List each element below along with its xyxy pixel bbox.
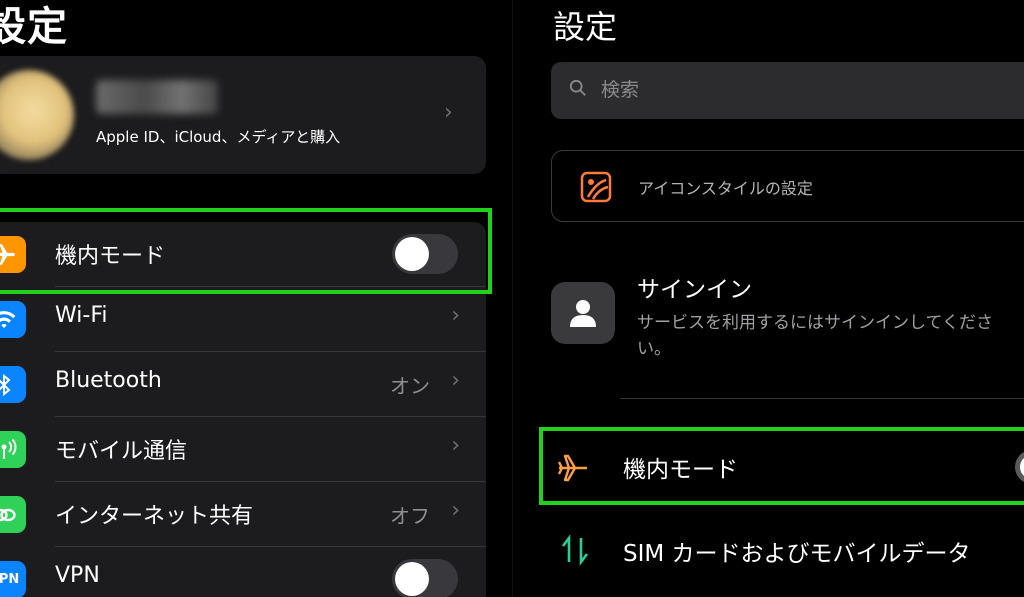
- row-value: オン: [390, 374, 430, 398]
- avatar: [0, 70, 74, 160]
- vpn-toggle[interactable]: [392, 559, 458, 597]
- icon-style-settings[interactable]: アイコンスタイルの設定: [551, 150, 1024, 222]
- row-label: モバイル通信: [55, 439, 188, 464]
- row-label: Bluetooth: [55, 368, 162, 393]
- row-sim-mobile-data[interactable]: SIM カードおよびモバイルデータ: [553, 528, 1024, 578]
- palette-icon: [580, 171, 612, 203]
- ios-settings-panel: 設定 ████ ██ Apple ID、iCloud、メディアと購入 › 機内モ…: [0, 0, 512, 597]
- chevron-right-icon: ›: [451, 433, 460, 458]
- row-value: オフ: [390, 504, 430, 528]
- apple-id-card[interactable]: ████ ██ Apple ID、iCloud、メディアと購入 ›: [0, 56, 486, 174]
- bluetooth-icon: [0, 366, 26, 403]
- page-title: 設定: [0, 4, 68, 50]
- row-personal-hotspot[interactable]: インターネット共有 オフ ›: [0, 482, 486, 547]
- chevron-right-icon: ›: [444, 100, 453, 125]
- row-mobile-data[interactable]: モバイル通信 ›: [0, 417, 486, 482]
- row-label: SIM カードおよびモバイルデータ: [623, 541, 971, 567]
- divider: [620, 398, 1024, 399]
- row-bluetooth[interactable]: Bluetooth オン ›: [0, 352, 486, 417]
- wifi-icon: [0, 301, 26, 338]
- sim-transfer-icon: [561, 534, 589, 566]
- link-icon: [0, 496, 26, 533]
- signin-title[interactable]: サインイン: [637, 270, 752, 304]
- row-vpn[interactable]: VPN VPN: [0, 547, 486, 597]
- highlight-frame: [0, 208, 492, 294]
- highlight-frame: [539, 427, 1024, 505]
- user-icon[interactable]: [551, 282, 615, 344]
- row-label: Wi-Fi: [55, 303, 108, 328]
- vpn-icon: VPN: [0, 561, 26, 597]
- row-wifi[interactable]: Wi-Fi ›: [0, 287, 486, 352]
- search-input[interactable]: [601, 76, 1001, 104]
- signin-description: サービスを利用するにはサインインしてください。: [637, 313, 993, 359]
- icon-style-label: アイコンスタイルの設定: [638, 179, 813, 198]
- chevron-right-icon: ›: [451, 368, 460, 393]
- antenna-icon: [0, 431, 26, 468]
- search-bar[interactable]: [551, 62, 1024, 119]
- chevron-right-icon: ›: [451, 498, 460, 523]
- page-title: 設定: [553, 8, 618, 46]
- profile-name: ████ ██: [96, 80, 218, 114]
- profile-subtitle: Apple ID、iCloud、メディアと購入: [96, 128, 341, 146]
- chevron-right-icon: ›: [451, 303, 460, 328]
- android-settings-panel: 設定 アイコンスタイルの設定 サインイン サービスを利用するにはサインインしてく…: [512, 0, 1024, 597]
- toggle-knob: [395, 562, 429, 596]
- row-label: VPN: [55, 563, 100, 588]
- row-label: インターネット共有: [55, 504, 254, 529]
- search-icon: [569, 79, 586, 96]
